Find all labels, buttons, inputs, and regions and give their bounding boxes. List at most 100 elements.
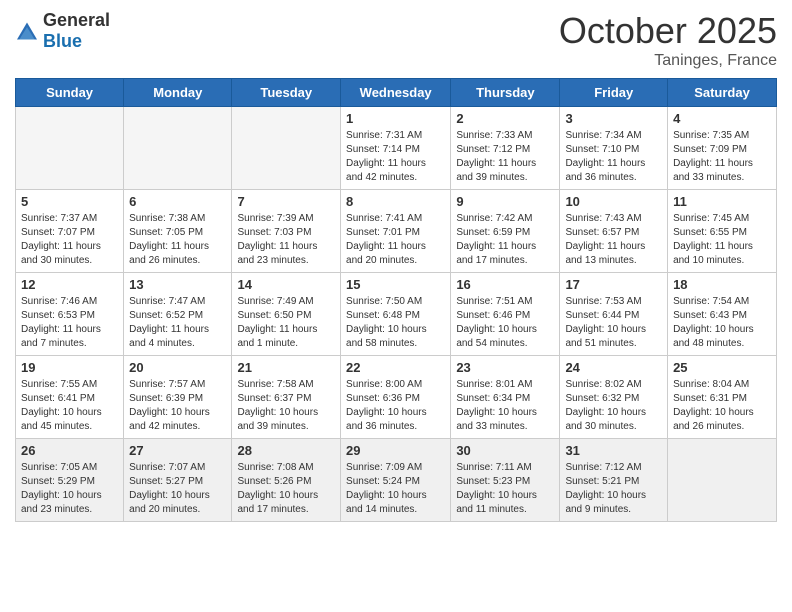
calendar-cell: 13 Sunrise: 7:47 AM Sunset: 6:52 PM Dayli… xyxy=(124,273,232,356)
day-number: 8 xyxy=(346,194,445,209)
calendar-cell: 16Sunrise: 7:51 AM Sunset: 6:46 PM Dayli… xyxy=(451,273,560,356)
calendar-cell: 22 Sunrise: 8:00 AM Sunset: 6:36 PM Dayli… xyxy=(341,356,451,439)
calendar-cell: 8 Sunrise: 7:41 AM Sunset: 7:01 PM Daylig… xyxy=(341,190,451,273)
day-number: 31 xyxy=(565,443,662,458)
calendar-cell: 4 Sunrise: 7:35 AM Sunset: 7:09 PM Daylig… xyxy=(668,107,777,190)
calendar-cell: 9 Sunrise: 7:42 AM Sunset: 6:59 PM Daylig… xyxy=(451,190,560,273)
day-info: Sunrise: 7:07 AM Sunset: 5:27 PM Dayligh… xyxy=(129,461,226,517)
day-number: 2 xyxy=(456,111,554,126)
calendar-cell: 26Sunrise: 7:05 AM Sunset: 5:29 PM Dayli… xyxy=(16,439,124,522)
day-info: Sunrise: 7:37 AM Sunset: 7:07 PM Dayligh… xyxy=(21,212,118,268)
calendar-cell: 12 Sunrise: 7:46 AM Sunset: 6:53 PM Dayli… xyxy=(16,273,124,356)
calendar-cell: 6 Sunrise: 7:38 AM Sunset: 7:05 PM Daylig… xyxy=(124,190,232,273)
calendar-cell: 5 Sunrise: 7:37 AM Sunset: 7:07 PM Daylig… xyxy=(16,190,124,273)
day-number: 5 xyxy=(21,194,118,209)
calendar-cell: 18 Sunrise: 7:54 AM Sunset: 6:43 PM Dayli… xyxy=(668,273,777,356)
day-number: 17 xyxy=(565,277,662,292)
calendar-cell: 19 Sunrise: 7:55 AM Sunset: 6:41 PM Dayli… xyxy=(16,356,124,439)
day-info: Sunrise: 7:34 AM Sunset: 7:10 PM Dayligh… xyxy=(565,129,662,185)
day-info: Sunrise: 7:45 AM Sunset: 6:55 PM Dayligh… xyxy=(673,212,771,268)
calendar-cell: 17 Sunrise: 7:53 AM Sunset: 6:44 PM Dayli… xyxy=(560,273,668,356)
day-number: 4 xyxy=(673,111,771,126)
day-number: 14 xyxy=(237,277,335,292)
day-info: Sunrise: 7:09 AM Sunset: 5:24 PM Dayligh… xyxy=(346,461,445,517)
day-number: 6 xyxy=(129,194,226,209)
page-header: General Blue October 2025 Taninges, Fran… xyxy=(15,10,777,70)
calendar-cell: 28 Sunrise: 7:08 AM Sunset: 5:26 PM Dayli… xyxy=(232,439,341,522)
calendar-week-2: 5 Sunrise: 7:37 AM Sunset: 7:07 PM Daylig… xyxy=(16,190,777,273)
calendar-cell: 15 Sunrise: 7:50 AM Sunset: 6:48 PM Dayli… xyxy=(341,273,451,356)
day-number: 10 xyxy=(565,194,662,209)
day-info: Sunrise: 7:53 AM Sunset: 6:44 PM Dayligh… xyxy=(565,295,662,351)
day-number: 21 xyxy=(237,360,335,375)
day-info: Sunrise: 7:46 AM Sunset: 6:53 PM Dayligh… xyxy=(21,295,118,351)
day-info: Sunrise: 7:57 AM Sunset: 6:39 PM Dayligh… xyxy=(129,378,226,434)
day-info: Sunrise: 7:55 AM Sunset: 6:41 PM Dayligh… xyxy=(21,378,118,434)
day-number: 3 xyxy=(565,111,662,126)
logo-icon xyxy=(15,21,39,41)
calendar-table: SundayMondayTuesdayWednesdayThursdayFrid… xyxy=(15,78,777,522)
calendar-cell: 30 Sunrise: 7:11 AM Sunset: 5:23 PM Dayli… xyxy=(451,439,560,522)
title-block: October 2025 Taninges, France xyxy=(559,10,777,70)
day-info: Sunrise: 7:39 AM Sunset: 7:03 PM Dayligh… xyxy=(237,212,335,268)
calendar-cell xyxy=(124,107,232,190)
day-info: Sunrise: 8:00 AM Sunset: 6:36 PM Dayligh… xyxy=(346,378,445,434)
weekday-header-thursday: Thursday xyxy=(451,79,560,107)
day-info: Sunrise: 7:12 AM Sunset: 5:21 PM Dayligh… xyxy=(565,461,662,517)
weekday-header-row: SundayMondayTuesdayWednesdayThursdayFrid… xyxy=(16,79,777,107)
day-number: 18 xyxy=(673,277,771,292)
day-number: 19 xyxy=(21,360,118,375)
day-info: Sunrise: 8:02 AM Sunset: 6:32 PM Dayligh… xyxy=(565,378,662,434)
day-number: 29 xyxy=(346,443,445,458)
calendar-cell: 23 Sunrise: 8:01 AM Sunset: 6:34 PM Dayli… xyxy=(451,356,560,439)
logo: General Blue xyxy=(15,10,110,52)
calendar-cell: 31 Sunrise: 7:12 AM Sunset: 5:21 PM Dayli… xyxy=(560,439,668,522)
day-number: 12 xyxy=(21,277,118,292)
day-info: Sunrise: 7:41 AM Sunset: 7:01 PM Dayligh… xyxy=(346,212,445,268)
day-number: 20 xyxy=(129,360,226,375)
calendar-cell: 7Sunrise: 7:39 AM Sunset: 7:03 PM Daylig… xyxy=(232,190,341,273)
calendar-cell: 14 Sunrise: 7:49 AM Sunset: 6:50 PM Dayli… xyxy=(232,273,341,356)
day-number: 28 xyxy=(237,443,335,458)
day-number: 13 xyxy=(129,277,226,292)
day-number: 30 xyxy=(456,443,554,458)
calendar-cell: 2 Sunrise: 7:33 AM Sunset: 7:12 PM Daylig… xyxy=(451,107,560,190)
calendar-week-1: 1 Sunrise: 7:31 AM Sunset: 7:14 PM Daylig… xyxy=(16,107,777,190)
day-info: Sunrise: 7:51 AM Sunset: 6:46 PM Dayligh… xyxy=(456,295,554,351)
calendar-cell xyxy=(232,107,341,190)
day-info: Sunrise: 7:49 AM Sunset: 6:50 PM Dayligh… xyxy=(237,295,335,351)
day-info: Sunrise: 8:01 AM Sunset: 6:34 PM Dayligh… xyxy=(456,378,554,434)
day-number: 22 xyxy=(346,360,445,375)
calendar-cell: 1 Sunrise: 7:31 AM Sunset: 7:14 PM Daylig… xyxy=(341,107,451,190)
calendar-week-5: 26Sunrise: 7:05 AM Sunset: 5:29 PM Dayli… xyxy=(16,439,777,522)
day-info: Sunrise: 7:11 AM Sunset: 5:23 PM Dayligh… xyxy=(456,461,554,517)
logo-text-general: General xyxy=(43,10,110,30)
day-number: 24 xyxy=(565,360,662,375)
day-number: 15 xyxy=(346,277,445,292)
day-number: 9 xyxy=(456,194,554,209)
calendar-cell: 25Sunrise: 8:04 AM Sunset: 6:31 PM Dayli… xyxy=(668,356,777,439)
day-number: 23 xyxy=(456,360,554,375)
calendar-cell: 3 Sunrise: 7:34 AM Sunset: 7:10 PM Daylig… xyxy=(560,107,668,190)
day-info: Sunrise: 7:58 AM Sunset: 6:37 PM Dayligh… xyxy=(237,378,335,434)
weekday-header-saturday: Saturday xyxy=(668,79,777,107)
weekday-header-sunday: Sunday xyxy=(16,79,124,107)
day-number: 26 xyxy=(21,443,118,458)
day-info: Sunrise: 7:47 AM Sunset: 6:52 PM Dayligh… xyxy=(129,295,226,351)
day-info: Sunrise: 7:08 AM Sunset: 5:26 PM Dayligh… xyxy=(237,461,335,517)
day-info: Sunrise: 7:42 AM Sunset: 6:59 PM Dayligh… xyxy=(456,212,554,268)
day-info: Sunrise: 7:50 AM Sunset: 6:48 PM Dayligh… xyxy=(346,295,445,351)
logo-text-blue: Blue xyxy=(43,31,82,51)
calendar-cell: 24 Sunrise: 8:02 AM Sunset: 6:32 PM Dayli… xyxy=(560,356,668,439)
day-info: Sunrise: 7:54 AM Sunset: 6:43 PM Dayligh… xyxy=(673,295,771,351)
day-info: Sunrise: 7:43 AM Sunset: 6:57 PM Dayligh… xyxy=(565,212,662,268)
day-number: 1 xyxy=(346,111,445,126)
day-info: Sunrise: 7:33 AM Sunset: 7:12 PM Dayligh… xyxy=(456,129,554,185)
weekday-header-tuesday: Tuesday xyxy=(232,79,341,107)
calendar-cell xyxy=(668,439,777,522)
calendar-week-4: 19 Sunrise: 7:55 AM Sunset: 6:41 PM Dayli… xyxy=(16,356,777,439)
day-info: Sunrise: 7:38 AM Sunset: 7:05 PM Dayligh… xyxy=(129,212,226,268)
day-info: Sunrise: 7:31 AM Sunset: 7:14 PM Dayligh… xyxy=(346,129,445,185)
day-info: Sunrise: 7:35 AM Sunset: 7:09 PM Dayligh… xyxy=(673,129,771,185)
calendar-cell: 20 Sunrise: 7:57 AM Sunset: 6:39 PM Dayli… xyxy=(124,356,232,439)
